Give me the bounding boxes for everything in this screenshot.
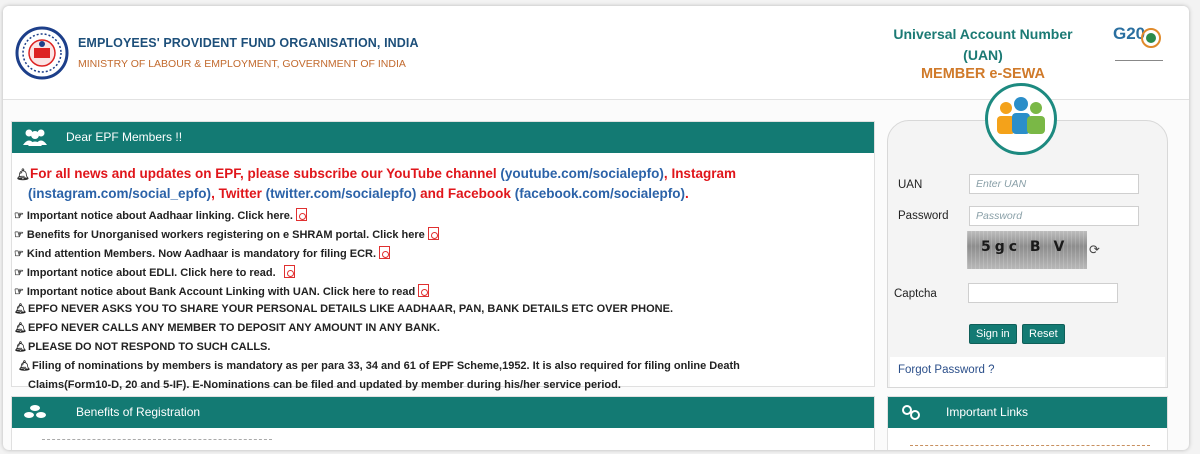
users-icon <box>23 129 47 146</box>
instagram-label: Instagram <box>671 166 736 181</box>
warning-item: 🔔︎EPFO NEVER CALLS ANY MEMBER TO DEPOSIT… <box>14 322 440 334</box>
captcha-text: 5gc B V <box>981 239 1069 255</box>
facebook-label: and Facebook <box>420 186 511 201</box>
captcha-image: 5gc B V <box>967 231 1087 269</box>
warning-text: EPFO NEVER CALLS ANY MEMBER TO DEPOSIT A… <box>28 322 440 334</box>
pointing-hand-icon: ☞ <box>14 229 24 241</box>
warning-item: 🔔︎EPFO NEVER ASKS YOU TO SHARE YOUR PERS… <box>14 303 673 315</box>
group-users-icon <box>997 97 1045 134</box>
notice-item[interactable]: ☞ Important notice about EDLI. Click here… <box>14 265 295 279</box>
benefits-panel: Benefits of Registration <box>11 396 875 450</box>
important-links-title: Important Links <box>946 405 1029 419</box>
notice-text[interactable]: Important notice about Bank Account Link… <box>27 286 415 298</box>
uan-title-line1: Universal Account Number <box>893 26 1073 42</box>
comma: , <box>663 166 668 181</box>
nomination-text1: Filing of nominations by members is mand… <box>32 360 740 372</box>
password-label: Password <box>898 210 949 222</box>
twitter-link[interactable]: (twitter.com/socialepfo) <box>266 186 417 201</box>
pdf-icon[interactable] <box>379 246 391 259</box>
notice-item[interactable]: ☞ Important notice about Bank Account Lin… <box>14 284 430 298</box>
news-panel: Dear EPF Members !! 🔔︎For all news and u… <box>11 121 875 391</box>
notice-text[interactable]: Important notice about Aadhaar linking. … <box>27 210 293 222</box>
pdf-icon[interactable] <box>283 265 295 278</box>
instagram-link[interactable]: (instagram.com/social_epfo) <box>28 186 211 201</box>
coins-icon <box>24 405 46 418</box>
bell-icon: 🔔︎ <box>16 169 30 181</box>
notice-item[interactable]: ☞ Benefits for Unorganised workers regist… <box>14 227 439 241</box>
bell-icon: 🔔︎ <box>14 342 27 353</box>
warning-text: PLEASE DO NOT RESPOND TO SUCH CALLS. <box>28 341 271 353</box>
news-panel-header: Dear EPF Members !! <box>12 122 874 153</box>
captcha-input[interactable] <box>968 283 1118 303</box>
pointing-hand-icon: ☞ <box>14 248 24 260</box>
forgot-password-link[interactable]: Forgot Password ? <box>898 364 995 376</box>
lotus-icon <box>1141 28 1161 48</box>
notice-item[interactable]: ☞ Kind attention Members. Now Aadhaar is … <box>14 246 391 260</box>
g20-tagline <box>1115 60 1163 65</box>
org-name: EMPLOYEES' PROVIDENT FUND ORGANISATION, … <box>78 36 419 50</box>
bell-icon: 🔔︎ <box>18 361 31 372</box>
nomination-line2: Claims(Form10-D, 20 and 5-IF). E-Nominat… <box>28 379 621 391</box>
notice-text[interactable]: Important notice about EDLI. Click here … <box>27 267 276 279</box>
period: . <box>685 186 689 201</box>
notice-text[interactable]: Kind attention Members. Now Aadhaar is m… <box>27 248 376 260</box>
uan-title-line2: (UAN) <box>963 47 1003 63</box>
pointing-hand-icon: ☞ <box>14 267 24 279</box>
members-avatar-icon <box>985 83 1057 155</box>
reset-button[interactable]: Reset <box>1022 324 1065 344</box>
subscribe-line2: (instagram.com/social_epfo), Twitter (tw… <box>28 186 689 201</box>
ministry-name: MINISTRY OF LABOUR & EMPLOYMENT, GOVERNM… <box>78 58 406 70</box>
login-form: UAN Password 5gc B V ⟳ Captcha Sign in R… <box>887 83 1168 388</box>
benefits-panel-title: Benefits of Registration <box>76 405 201 419</box>
warning-item: 🔔︎PLEASE DO NOT RESPOND TO SUCH CALLS. <box>14 341 270 353</box>
pdf-icon[interactable] <box>427 227 439 240</box>
uan-title: Universal Account Number (UAN) <box>893 24 1073 66</box>
refresh-captcha-icon[interactable]: ⟳ <box>1089 243 1100 258</box>
comma: , <box>211 186 215 201</box>
link-icon <box>902 405 920 420</box>
pointing-hand-icon: ☞ <box>14 286 24 298</box>
subscribe-text: For all news and updates on EPF, please … <box>30 166 497 181</box>
news-panel-title: Dear EPF Members !! <box>66 130 183 144</box>
warning-text: EPFO NEVER ASKS YOU TO SHARE YOUR PERSON… <box>28 303 673 315</box>
nomination-line1: 🔔︎Filing of nominations by members is ma… <box>18 360 740 372</box>
uan-label: UAN <box>898 179 923 191</box>
notice-item[interactable]: ☞ Important notice about Aadhaar linking.… <box>14 208 307 222</box>
notice-text[interactable]: Benefits for Unorganised workers registe… <box>27 229 425 241</box>
subscribe-line1: 🔔︎For all news and updates on EPF, pleas… <box>16 166 736 181</box>
epfo-logo-icon <box>15 26 69 80</box>
pdf-icon[interactable] <box>418 284 430 297</box>
youtube-link[interactable]: (youtube.com/socialepfo) <box>500 166 664 181</box>
benefits-list-item[interactable] <box>42 439 272 445</box>
bell-icon: 🔔︎ <box>14 323 27 334</box>
important-links-panel: Important Links <box>887 396 1168 450</box>
important-links-header: Important Links <box>888 397 1167 428</box>
bell-icon: 🔔︎ <box>14 304 27 315</box>
facebook-link[interactable]: (facebook.com/socialepfo) <box>515 186 685 201</box>
page-card: EMPLOYEES' PROVIDENT FUND ORGANISATION, … <box>3 6 1189 450</box>
twitter-label: Twitter <box>218 186 262 201</box>
g20-logo: G20 <box>1113 24 1165 72</box>
member-esewa-title: MEMBER e-SEWA <box>920 66 1046 82</box>
pdf-icon[interactable] <box>295 208 307 221</box>
benefits-panel-header: Benefits of Registration <box>12 397 874 428</box>
sign-in-button[interactable]: Sign in <box>969 324 1017 344</box>
important-link-item[interactable] <box>910 445 1150 450</box>
password-input[interactable] <box>969 206 1139 226</box>
captcha-label: Captcha <box>894 288 937 300</box>
uan-input[interactable] <box>969 174 1139 194</box>
pointing-hand-icon: ☞ <box>14 210 24 222</box>
page-frame: EMPLOYEES' PROVIDENT FUND ORGANISATION, … <box>0 0 1200 454</box>
